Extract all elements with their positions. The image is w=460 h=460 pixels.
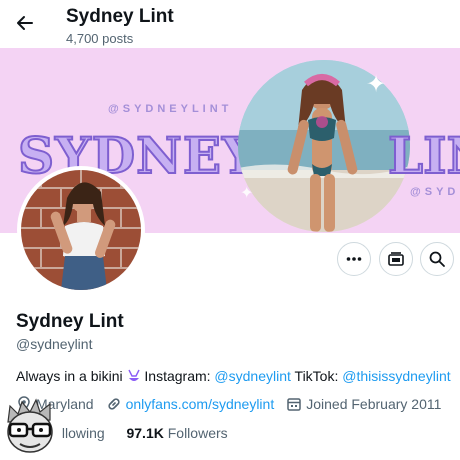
subscriptions-icon xyxy=(388,252,404,266)
followers-count[interactable]: 97.1K xyxy=(126,425,163,441)
joined-text: Joined February 2011 xyxy=(306,396,442,412)
top-bar: Sydney Lint 4,700 posts xyxy=(0,0,460,48)
tiktok-link[interactable]: @thisissydneylint xyxy=(342,368,450,384)
banner-handle-text-right: @SYD xyxy=(410,186,460,198)
banner-name-text-right: LINT xyxy=(387,125,460,186)
post-count: 4,700 posts xyxy=(66,31,134,46)
link-icon xyxy=(107,398,120,410)
website[interactable]: onlyfans.com/sydneylint xyxy=(106,396,275,412)
page-title: Sydney Lint xyxy=(66,6,174,27)
back-arrow-icon[interactable] xyxy=(12,10,38,36)
bio: Always in a bikini Instagram: @sydneylin… xyxy=(16,368,451,384)
search-icon xyxy=(429,251,445,267)
followers-label[interactable]: Followers xyxy=(168,425,228,441)
sparkle-icon: ✦ xyxy=(366,71,387,98)
profile-meta: Maryland onlyfans.com/sydneylint Joined … xyxy=(16,396,453,412)
search-button[interactable] xyxy=(420,242,454,276)
more-icon xyxy=(346,257,362,261)
joined-date: Joined February 2011 xyxy=(286,396,441,412)
banner-handle-text: @SYDNEYLINT xyxy=(108,103,233,115)
calendar-icon xyxy=(287,398,301,411)
instagram-link[interactable]: @sydneylint xyxy=(214,368,290,384)
bio-instagram-label: Instagram: xyxy=(144,368,211,384)
more-button[interactable] xyxy=(337,242,371,276)
display-name: Sydney Lint xyxy=(16,311,124,332)
sparkle-icon: ✦ xyxy=(240,185,254,202)
subscriptions-button[interactable] xyxy=(379,242,413,276)
following-link[interactable]: llowing xyxy=(62,425,105,441)
avatar[interactable] xyxy=(17,166,145,294)
user-handle: @sydneylint xyxy=(16,336,93,352)
bio-tiktok-label: TikTok: xyxy=(294,368,339,384)
bio-text: Always in a bikini xyxy=(16,368,123,384)
bikini-emoji-icon xyxy=(127,368,141,384)
website-link[interactable]: onlyfans.com/sydneylint xyxy=(126,396,275,412)
nerd-face-sticker xyxy=(0,398,60,458)
